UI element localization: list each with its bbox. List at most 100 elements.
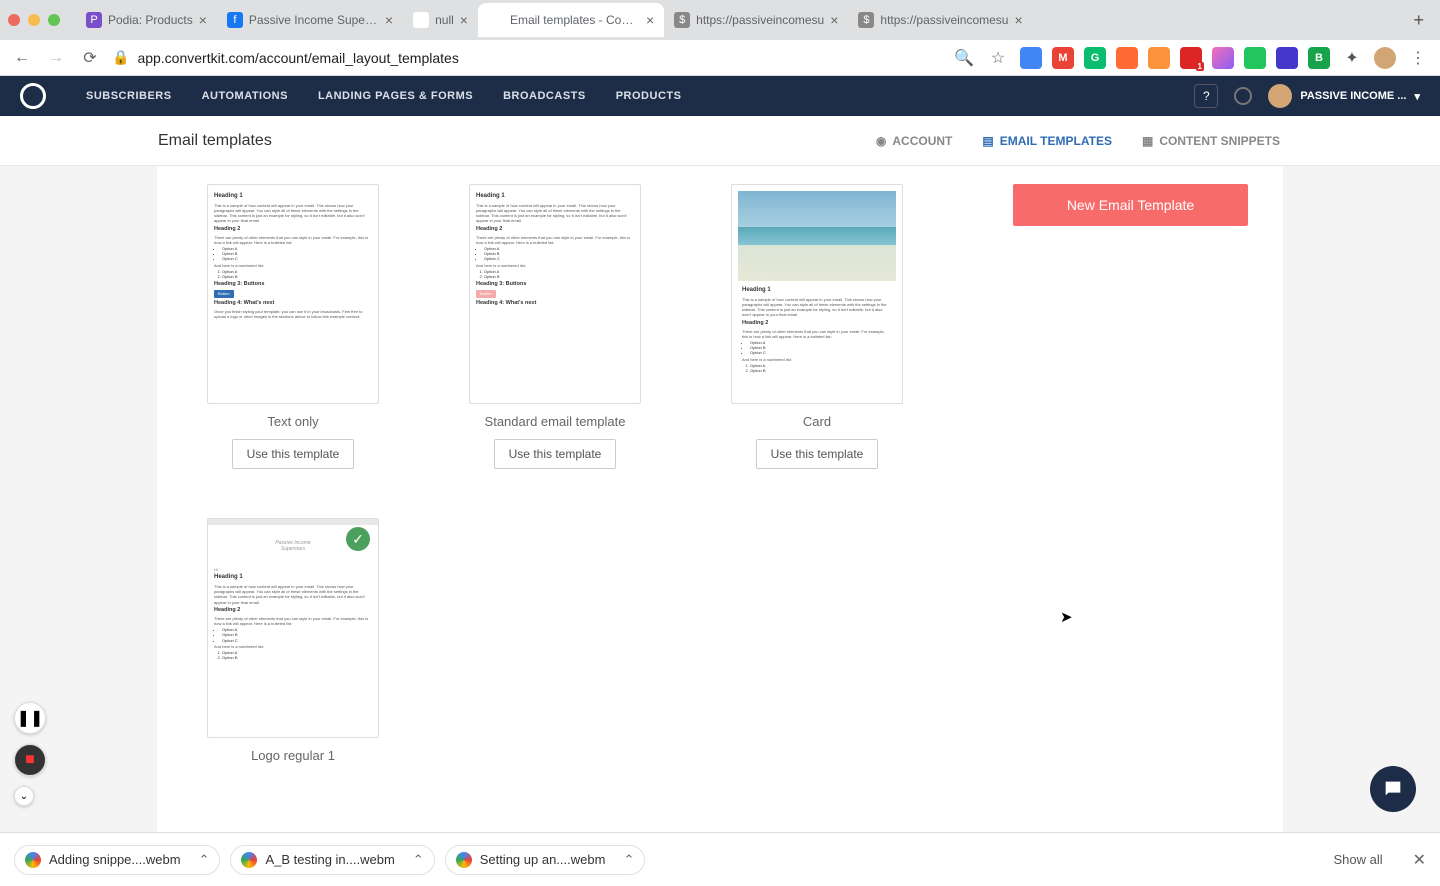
tab-close-button[interactable]: × — [1014, 12, 1022, 28]
content-area: Heading 1This is a sample of how content… — [0, 166, 1440, 832]
tab-close-button[interactable]: × — [830, 12, 838, 28]
nav-link-automations[interactable]: AUTOMATIONS — [202, 90, 288, 102]
reload-button[interactable]: ⟳ — [78, 46, 102, 70]
file-icon — [25, 852, 41, 868]
browser-tab-bar: PPodia: Products×fPassive Income Superst… — [0, 0, 1440, 40]
page-subnav: Email templates ◉ACCOUNT ▤EMAIL TEMPLATES… — [0, 116, 1440, 166]
template-preview[interactable]: Heading 1This is a sample of how content… — [731, 184, 903, 404]
profile-avatar-icon[interactable] — [1374, 47, 1396, 69]
extension-icon[interactable]: B — [1308, 47, 1330, 69]
user-icon: ◉ — [876, 134, 886, 148]
extension-icon[interactable] — [1212, 47, 1234, 69]
tab-title: https://passiveincomesu — [880, 13, 1008, 27]
new-email-template-button[interactable]: New Email Template — [1013, 184, 1248, 226]
status-indicator-icon[interactable] — [1234, 87, 1252, 105]
template-preview[interactable]: Heading 1This is a sample of how content… — [469, 184, 641, 404]
tab-close-button[interactable]: × — [385, 12, 393, 28]
sub-tab-content-snippets[interactable]: ▦CONTENT SNIPPETS — [1142, 134, 1280, 148]
content-card: Heading 1This is a sample of how content… — [157, 166, 1283, 832]
extensions-menu-icon[interactable]: ✦ — [1340, 46, 1364, 70]
user-name: PASSIVE INCOME ... — [1300, 90, 1406, 102]
chevron-down-icon: ▾ — [1414, 90, 1420, 103]
browser-tab[interactable]: $https://passiveincomesu× — [664, 3, 848, 37]
template-preview[interactable]: ✓Passive IncomeSuperstarsHiHeading 1This… — [207, 518, 379, 738]
template-item: Heading 1This is a sample of how content… — [731, 184, 903, 498]
file-icon — [456, 852, 472, 868]
search-icon[interactable]: 🔍 — [952, 46, 976, 70]
nav-link-broadcasts[interactable]: BROADCASTS — [503, 90, 586, 102]
extension-icon[interactable]: 1 — [1180, 47, 1202, 69]
forward-button[interactable]: → — [44, 46, 68, 70]
extension-icon[interactable]: G — [1084, 47, 1106, 69]
downloads-bar: Adding snippe....webm⌃A_B testing in....… — [0, 832, 1440, 886]
favicon-icon: ○ — [413, 12, 429, 28]
use-template-button[interactable]: Use this template — [756, 439, 879, 469]
browser-tab[interactable]: ○ null × — [403, 3, 478, 37]
favicon-icon: ○ — [488, 12, 504, 28]
nav-link-products[interactable]: PRODUCTS — [616, 90, 682, 102]
pause-recording-button[interactable]: ❚❚ — [14, 702, 46, 734]
app-logo[interactable] — [20, 83, 46, 109]
extension-icon[interactable] — [1244, 47, 1266, 69]
chevron-up-icon[interactable]: ⌃ — [623, 852, 634, 868]
chevron-up-icon[interactable]: ⌃ — [413, 852, 424, 868]
page-title: Email templates — [158, 132, 272, 150]
nav-link-landing-pages-forms[interactable]: LANDING PAGES & FORMS — [318, 90, 473, 102]
extension-icon[interactable] — [1276, 47, 1298, 69]
chat-icon — [1382, 778, 1404, 800]
extension-icon[interactable]: M — [1052, 47, 1074, 69]
favicon-icon: $ — [858, 12, 874, 28]
download-filename: Adding snippe....webm — [49, 852, 181, 867]
user-menu[interactable]: PASSIVE INCOME ... ▾ — [1268, 84, 1420, 108]
browser-tab[interactable]: ○Email templates - Conver× — [478, 3, 664, 37]
file-icon — [241, 852, 257, 868]
extension-icon[interactable] — [1020, 47, 1042, 69]
download-item[interactable]: Setting up an....webm⌃ — [445, 845, 646, 875]
sub-tab-label: CONTENT SNIPPETS — [1159, 134, 1280, 148]
sub-tab-email-templates[interactable]: ▤EMAIL TEMPLATES — [982, 134, 1112, 148]
nav-links: SUBSCRIBERS AUTOMATIONS LANDING PAGES & FO… — [86, 90, 681, 102]
recording-controls: ❚❚ ■ ⌄ — [14, 702, 46, 806]
template-item: Heading 1This is a sample of how content… — [469, 184, 641, 498]
download-item[interactable]: A_B testing in....webm ⌃ — [230, 845, 434, 875]
sidebar-right: New Email Template — [1013, 184, 1283, 792]
nav-link-subscribers[interactable]: SUBSCRIBERS — [86, 90, 172, 102]
bookmark-star-icon[interactable]: ☆ — [986, 46, 1010, 70]
tab-close-button[interactable]: × — [646, 12, 654, 28]
chevron-up-icon[interactable]: ⌃ — [199, 852, 210, 868]
extension-icon[interactable] — [1116, 47, 1138, 69]
use-template-button[interactable]: Use this template — [232, 439, 355, 469]
default-check-icon: ✓ — [346, 527, 370, 551]
help-button[interactable]: ? — [1194, 84, 1218, 108]
use-template-button[interactable]: Use this template — [494, 439, 617, 469]
download-filename: A_B testing in....webm — [265, 852, 394, 867]
favicon-icon: P — [86, 12, 102, 28]
url-text: app.convertkit.com/account/email_layout_… — [137, 50, 458, 66]
browser-menu-icon[interactable]: ⋮ — [1406, 46, 1430, 70]
collapse-controls-button[interactable]: ⌄ — [14, 786, 34, 806]
download-item[interactable]: Adding snippe....webm ⌃ — [14, 845, 220, 875]
tab-strip: PPodia: Products×fPassive Income Superst… — [76, 3, 1405, 37]
show-all-downloads[interactable]: Show all — [1333, 852, 1382, 867]
browser-tab[interactable]: $ https://passiveincomesu × — [848, 3, 1032, 37]
intercom-chat-button[interactable] — [1370, 766, 1416, 812]
sub-tab-account[interactable]: ◉ACCOUNT — [876, 134, 952, 148]
address-bar[interactable]: 🔒 app.convertkit.com/account/email_layou… — [112, 49, 942, 66]
close-window-button[interactable] — [8, 14, 20, 26]
stop-recording-button[interactable]: ■ — [14, 744, 46, 776]
favicon-icon: f — [227, 12, 243, 28]
extension-icon[interactable] — [1148, 47, 1170, 69]
tab-close-button[interactable]: × — [460, 12, 468, 28]
template-name: Card — [731, 414, 903, 429]
tab-title: null — [435, 13, 454, 27]
template-item: ✓Passive IncomeSuperstarsHiHeading 1This… — [207, 518, 379, 792]
browser-tab[interactable]: fPassive Income Supersta× — [217, 3, 403, 37]
maximize-window-button[interactable] — [48, 14, 60, 26]
tab-close-button[interactable]: × — [199, 12, 207, 28]
browser-tab[interactable]: PPodia: Products× — [76, 3, 217, 37]
close-downloads-bar[interactable]: ✕ — [1413, 850, 1426, 870]
back-button[interactable]: ← — [10, 46, 34, 70]
minimize-window-button[interactable] — [28, 14, 40, 26]
new-tab-button[interactable]: + — [1405, 6, 1432, 35]
template-preview[interactable]: Heading 1This is a sample of how content… — [207, 184, 379, 404]
